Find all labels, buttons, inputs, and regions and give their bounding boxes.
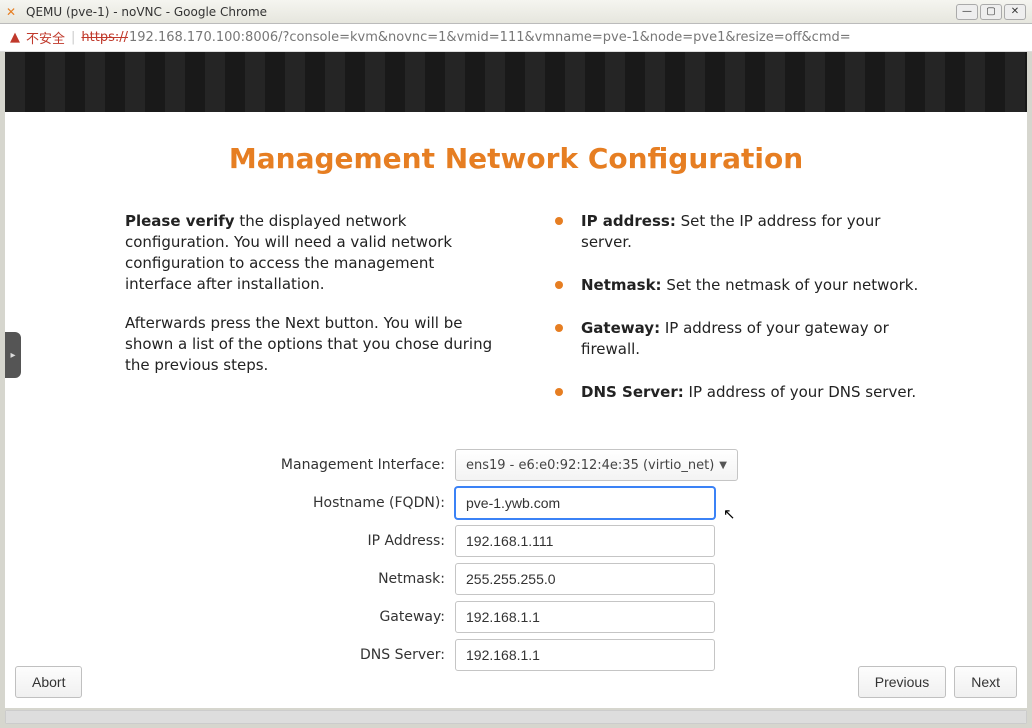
header-banner [5, 52, 1027, 112]
mgmt-interface-value: ens19 - e6:e0:92:12:4e:35 (virtio_net) [466, 458, 714, 473]
vnc-content: Management Network Configuration Please … [5, 52, 1027, 708]
hostname-label: Hostname (FQDN): [5, 495, 455, 511]
previous-button[interactable]: Previous [858, 666, 946, 698]
bullets-column: IP address: Set the IP address for your … [555, 211, 927, 425]
abort-button[interactable]: Abort [15, 666, 82, 698]
page-title: Management Network Configuration [5, 142, 1027, 175]
url-protocol: https:// [81, 30, 128, 45]
description-paragraph-2: Afterwards press the Next button. You wi… [125, 313, 505, 376]
ip-address-input[interactable] [455, 525, 715, 557]
horizontal-scrollbar[interactable] [5, 710, 1027, 724]
bullet-gateway: Gateway: IP address of your gateway or f… [555, 318, 927, 360]
bullet-dns-server: DNS Server: IP address of your DNS serve… [555, 382, 927, 403]
chevron-down-icon: ▼ [719, 460, 727, 471]
gateway-label: Gateway: [5, 609, 455, 625]
url-text: 192.168.170.100:8006/?console=kvm&novnc=… [129, 30, 851, 45]
description-column: Please verify the displayed network conf… [125, 211, 505, 425]
novnc-side-tab[interactable]: ▸ [5, 332, 21, 378]
bullet-netmask: Netmask: Set the netmask of your network… [555, 275, 927, 296]
minimize-button[interactable]: — [956, 4, 978, 20]
netmask-label: Netmask: [5, 571, 455, 587]
next-button[interactable]: Next [954, 666, 1017, 698]
ip-address-label: IP Address: [5, 533, 455, 549]
bullet-dot-icon [555, 324, 563, 332]
gateway-input[interactable] [455, 601, 715, 633]
hostname-input[interactable] [455, 487, 715, 519]
window-title: QEMU (pve-1) - noVNC - Google Chrome [26, 5, 956, 19]
dns-server-label: DNS Server: [5, 647, 455, 663]
mgmt-interface-label: Management Interface: [5, 457, 455, 473]
mgmt-interface-dropdown[interactable]: ens19 - e6:e0:92:12:4e:35 (virtio_net) ▼ [455, 449, 738, 481]
network-form: Management Interface: ens19 - e6:e0:92:1… [5, 449, 1027, 671]
footer-bar: Abort Previous Next [15, 666, 1017, 698]
maximize-button[interactable]: ▢ [980, 4, 1002, 20]
bullet-ip-address: IP address: Set the IP address for your … [555, 211, 927, 253]
scrollbar-thumb[interactable] [6, 711, 1026, 723]
addressbar-separator: | [71, 30, 75, 45]
bullet-dot-icon [555, 217, 563, 225]
bullet-dot-icon [555, 388, 563, 396]
address-bar[interactable]: ▲ 不安全 | https:// 192.168.170.100:8006/?c… [0, 24, 1032, 52]
close-window-button[interactable]: ✕ [1004, 4, 1026, 20]
app-icon: ✕ [6, 5, 20, 19]
description-paragraph-1: Please verify the displayed network conf… [125, 211, 505, 295]
bullet-dot-icon [555, 281, 563, 289]
netmask-input[interactable] [455, 563, 715, 595]
insecure-warning-icon: ▲ [10, 30, 20, 45]
window-titlebar: ✕ QEMU (pve-1) - noVNC - Google Chrome —… [0, 0, 1032, 24]
insecure-warning-text: 不安全 [26, 28, 65, 47]
